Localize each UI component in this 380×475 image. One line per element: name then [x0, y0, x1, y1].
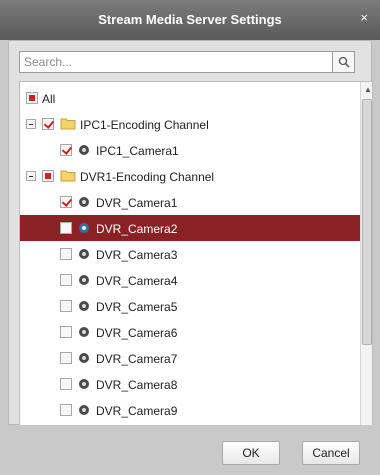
cancel-button[interactable]: Cancel — [302, 441, 360, 465]
camera-checkbox[interactable] — [60, 196, 72, 208]
camera-label: DVR_Camera8 — [96, 378, 178, 392]
dialog-title: Stream Media Server Settings — [98, 12, 282, 27]
all-checkbox[interactable] — [26, 92, 38, 104]
dialog-body: All IPC1-Encoding Channel IPC1_Camera1 — [8, 40, 373, 459]
camera-checkbox[interactable] — [60, 378, 72, 390]
camera-label: DVR_Camera7 — [96, 352, 178, 366]
channel-tree: All IPC1-Encoding Channel IPC1_Camera1 D… — [19, 81, 373, 459]
camera-label: DVR_Camera3 — [96, 248, 178, 262]
camera-label: DVR_Camera4 — [96, 274, 178, 288]
camera-label: DVR_Camera2 — [96, 222, 178, 236]
camera-icon — [79, 249, 89, 259]
tree-row-group[interactable]: DVR1-Encoding Channel — [20, 163, 360, 189]
tree-row-camera[interactable]: DVR_Camera4 — [20, 267, 360, 293]
camera-icon — [79, 197, 89, 207]
group-label: DVR1-Encoding Channel — [80, 170, 215, 184]
scrollbar-thumb[interactable] — [362, 99, 372, 345]
dialog-footer: OK Cancel — [0, 425, 380, 475]
scroll-up-icon[interactable]: ▲ — [364, 85, 372, 94]
camera-checkbox[interactable] — [60, 222, 72, 234]
group-label: IPC1-Encoding Channel — [80, 118, 209, 132]
tree-row-group[interactable]: IPC1-Encoding Channel — [20, 111, 360, 137]
tree-scrollbar[interactable]: ▲ ▼ — [360, 82, 372, 458]
tree-row-camera-selected[interactable]: DVR_Camera2 — [20, 215, 360, 241]
search-input[interactable] — [20, 52, 332, 72]
camera-checkbox[interactable] — [60, 248, 72, 260]
search-box — [19, 51, 355, 73]
camera-label: DVR_Camera1 — [96, 196, 178, 210]
camera-label: IPC1_Camera1 — [96, 144, 179, 158]
tree-row-camera[interactable]: DVR_Camera3 — [20, 241, 360, 267]
search-icon — [338, 56, 350, 68]
camera-label: DVR_Camera6 — [96, 326, 178, 340]
collapse-icon[interactable] — [26, 171, 36, 181]
camera-icon — [79, 405, 89, 415]
camera-icon — [79, 353, 89, 363]
stream-media-server-settings-dialog: Stream Media Server Settings × All — [0, 0, 380, 475]
tree-row-camera[interactable]: DVR_Camera6 — [20, 319, 360, 345]
camera-icon — [79, 379, 89, 389]
tree-row-all[interactable]: All — [20, 85, 360, 111]
search-button[interactable] — [332, 52, 354, 72]
camera-label: DVR_Camera5 — [96, 300, 178, 314]
tree-row-camera[interactable]: DVR_Camera1 — [20, 189, 360, 215]
tree-row-camera[interactable]: DVR_Camera7 — [20, 345, 360, 371]
camera-label: DVR_Camera9 — [96, 404, 178, 418]
folder-icon — [60, 170, 76, 182]
all-label: All — [42, 92, 56, 106]
camera-checkbox[interactable] — [60, 352, 72, 364]
camera-checkbox[interactable] — [60, 300, 72, 312]
camera-checkbox[interactable] — [60, 326, 72, 338]
tree-row-camera[interactable]: IPC1_Camera1 — [20, 137, 360, 163]
group-checkbox[interactable] — [42, 170, 54, 182]
camera-icon — [79, 327, 89, 337]
ok-button[interactable]: OK — [222, 441, 280, 465]
camera-checkbox[interactable] — [60, 274, 72, 286]
camera-icon — [79, 223, 89, 233]
camera-icon — [79, 301, 89, 311]
title-bar: Stream Media Server Settings × — [0, 0, 380, 40]
camera-icon — [79, 275, 89, 285]
group-checkbox[interactable] — [42, 118, 54, 130]
collapse-icon[interactable] — [26, 119, 36, 129]
camera-checkbox[interactable] — [60, 404, 72, 416]
camera-checkbox[interactable] — [60, 144, 72, 156]
tree-row-camera[interactable]: DVR_Camera8 — [20, 371, 360, 397]
tree-row-camera[interactable]: DVR_Camera9 — [20, 397, 360, 423]
close-icon[interactable]: × — [360, 10, 368, 25]
camera-icon — [79, 145, 89, 155]
folder-icon — [60, 118, 76, 130]
tree-row-camera[interactable]: DVR_Camera5 — [20, 293, 360, 319]
